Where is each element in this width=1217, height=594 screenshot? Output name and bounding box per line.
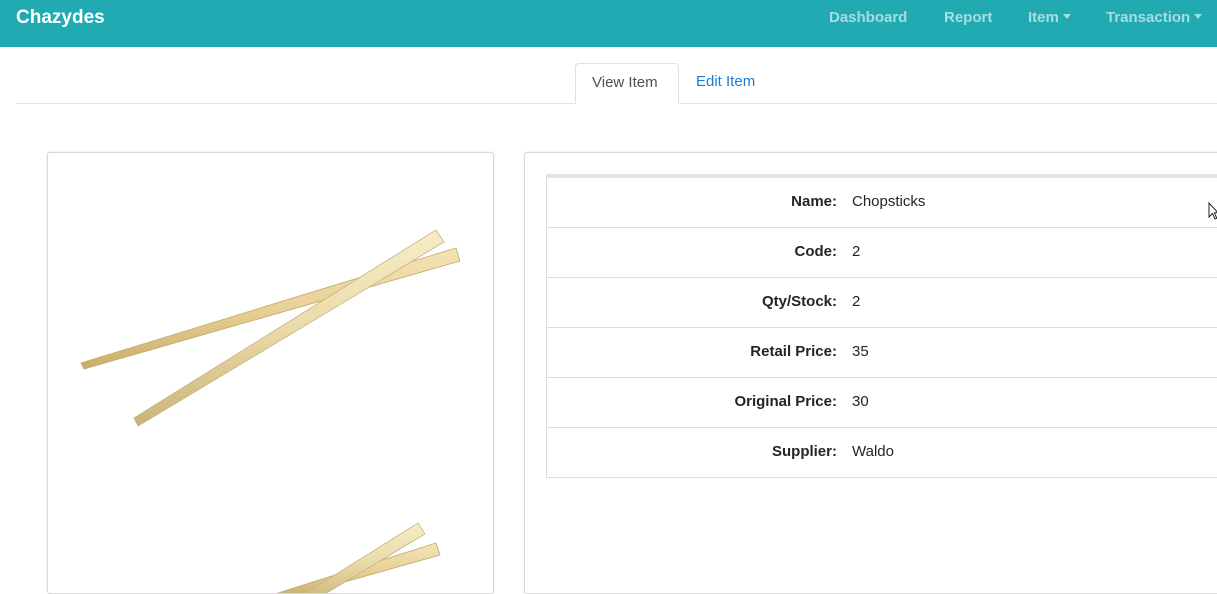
nav-transaction-label: Transaction bbox=[1106, 9, 1191, 26]
nav-transaction-dropdown[interactable]: Transaction bbox=[1106, 9, 1203, 26]
detail-label-original-price: Original Price: bbox=[734, 393, 837, 410]
detail-label-code: Code: bbox=[794, 243, 838, 260]
table-row: Name: Chopsticks bbox=[547, 178, 1217, 228]
brand-logo[interactable]: Chazydes bbox=[16, 7, 105, 29]
nav-item-label: Item bbox=[1028, 9, 1059, 26]
table-row: Retail Price: 35 bbox=[547, 328, 1217, 378]
detail-value-qty: 2 bbox=[852, 293, 861, 310]
detail-label-qty: Qty/Stock: bbox=[761, 293, 837, 310]
top-navbar: Chazydes Dashboard Report Item Transacti… bbox=[0, 0, 1217, 47]
detail-label-name: Name: bbox=[791, 193, 837, 210]
table-row: Supplier: Waldo bbox=[547, 428, 1217, 478]
tab-view-item[interactable]: View Item bbox=[575, 63, 679, 104]
table-row: Code: 2 bbox=[547, 228, 1217, 278]
tab-edit-item[interactable]: Edit Item bbox=[680, 63, 771, 104]
detail-value-retail-price: 35 bbox=[852, 343, 869, 360]
detail-value-supplier: Waldo bbox=[852, 443, 894, 460]
chopsticks-photo bbox=[80, 229, 461, 593]
detail-label-supplier: Supplier: bbox=[771, 443, 837, 460]
caret-down-icon bbox=[1062, 14, 1071, 19]
nav-dashboard[interactable]: Dashboard bbox=[829, 9, 907, 26]
detail-value-original-price: 30 bbox=[852, 393, 869, 410]
item-image-card bbox=[47, 152, 494, 594]
item-details-table: Name: Chopsticks Code: 2 Qty/Stock: 2 Re… bbox=[546, 174, 1217, 478]
caret-down-icon bbox=[1194, 14, 1203, 19]
detail-value-code: 2 bbox=[852, 243, 861, 260]
detail-value-name: Chopsticks bbox=[852, 193, 926, 210]
nav-report[interactable]: Report bbox=[944, 9, 992, 26]
nav-item-dropdown[interactable]: Item bbox=[1028, 9, 1071, 26]
table-row: Qty/Stock: 2 bbox=[547, 278, 1217, 328]
table-row: Original Price: 30 bbox=[547, 378, 1217, 428]
mouse-cursor-icon bbox=[1208, 202, 1217, 220]
detail-label-retail-price: Retail Price: bbox=[750, 343, 837, 360]
